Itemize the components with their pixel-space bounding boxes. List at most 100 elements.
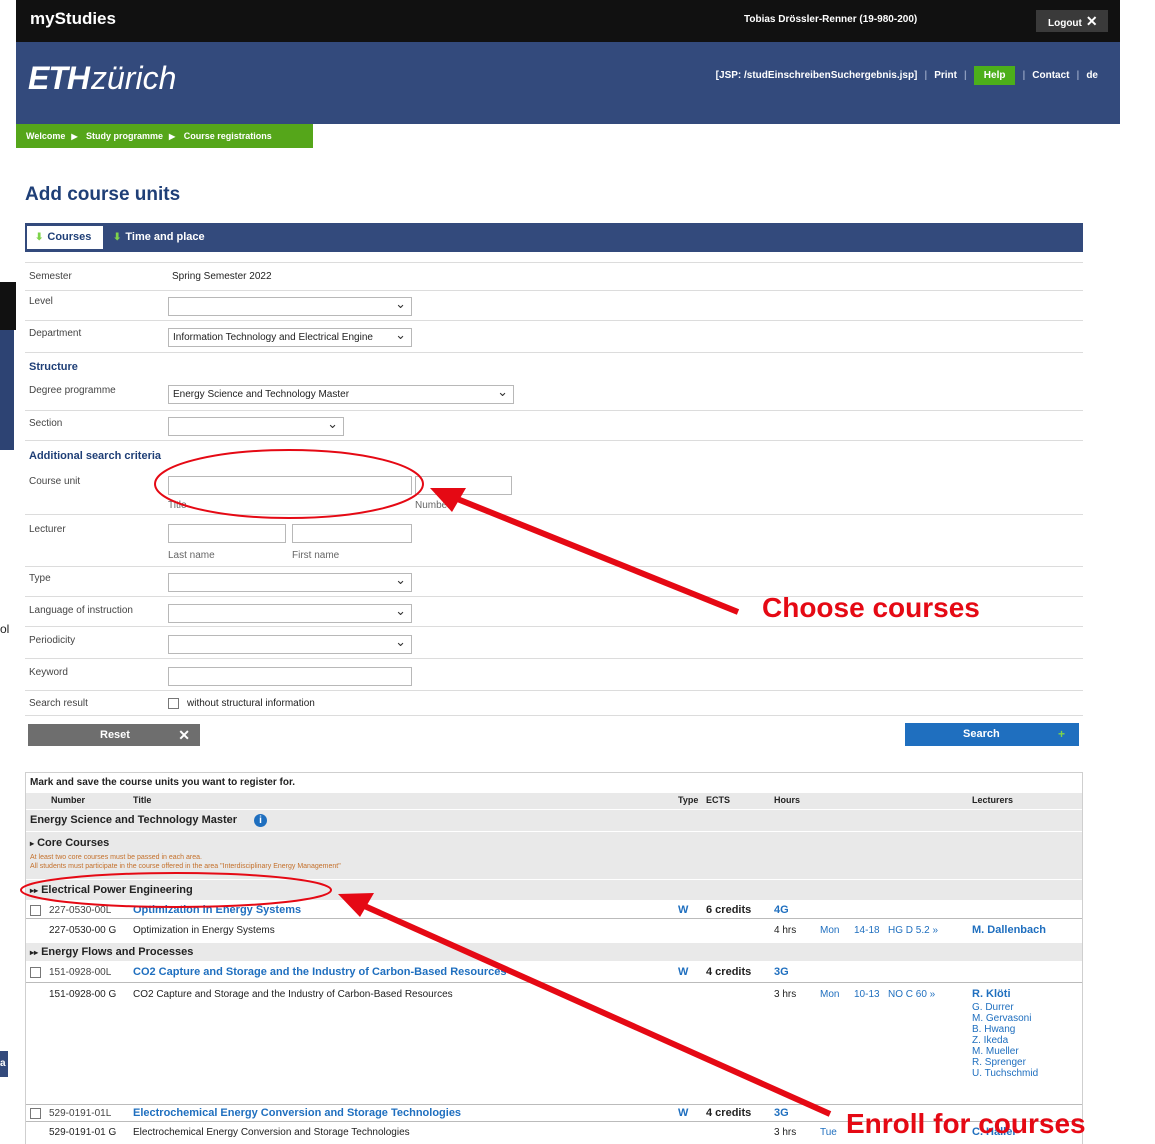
help-button[interactable]: Help <box>973 66 1016 85</box>
arrow-down-icon: ⬇ <box>35 232 44 243</box>
programme-name: Energy Science and Technology Master <box>30 814 238 826</box>
area-row-energy-flows[interactable]: ▸▸ Energy Flows and Processes <box>26 943 1082 961</box>
session-title: Electrochemical Energy Conversion and St… <box>133 1127 410 1138</box>
session-room-link[interactable]: HG D 5.2 » <box>888 925 938 936</box>
core-note-1: At least two core courses must be passed… <box>30 854 202 861</box>
breadcrumb-study-programme[interactable]: Study programme <box>86 131 163 141</box>
last-name-input[interactable] <box>168 524 286 543</box>
lecturer-link[interactable]: Z. Ikeda <box>972 1035 1008 1046</box>
course-hours: 4G <box>774 904 789 916</box>
logout-label: Logout <box>1048 18 1082 29</box>
core-courses-heading[interactable]: ▸ Core Courses <box>30 837 109 849</box>
tab-courses[interactable]: ⬇ Courses <box>27 226 103 249</box>
core-note-2: All students must participate in the cou… <box>30 863 341 870</box>
lecturer-link[interactable]: R. Sprenger <box>972 1057 1026 1068</box>
course-checkbox[interactable] <box>30 905 41 916</box>
lecturer-link[interactable]: M. Mueller <box>972 1046 1019 1057</box>
session-row: 151-0928-00 G CO2 Capture and Storage an… <box>26 984 1082 1104</box>
type-select[interactable] <box>168 571 412 592</box>
contact-link[interactable]: Contact <box>1032 70 1069 81</box>
without-structural-checkbox[interactable] <box>168 698 179 709</box>
session-title: Optimization in Energy Systems <box>133 925 275 936</box>
area-electrical-name: Electrical Power Engineering <box>41 884 193 896</box>
search-label: Search <box>963 728 1000 740</box>
session-hours: 4 hrs <box>774 925 797 936</box>
course-number: 529-0191-01L <box>49 1108 112 1119</box>
course-title-link[interactable]: Optimization in Energy Systems <box>133 904 301 916</box>
course-ects: 4 credits <box>706 1107 752 1119</box>
header-lecturers: Lecturers <box>972 795 1014 805</box>
lecturer-link[interactable]: R. Klöti <box>972 988 1011 1000</box>
background-fragment: ol <box>0 622 10 636</box>
breadcrumb-welcome[interactable]: Welcome <box>26 131 65 141</box>
course-title-link[interactable]: Electrochemical Energy Conversion and St… <box>133 1107 461 1119</box>
lecturer-link[interactable]: M. Gervasoni <box>972 1013 1031 1024</box>
header-number: Number <box>51 795 86 805</box>
without-structural-label: without structural information <box>187 698 315 709</box>
reset-label: Reset <box>100 729 130 741</box>
tab-time-label: Time and place <box>125 231 205 243</box>
course-hours: 3G <box>774 966 789 978</box>
course-hours: 3G <box>774 1107 789 1119</box>
double-chevron-icon: ▸▸ <box>30 948 39 957</box>
course-number: 227-0530-00L <box>49 905 112 916</box>
lecturer-link[interactable]: B. Hwang <box>972 1024 1015 1035</box>
lecturer-link[interactable]: M. Dallenbach <box>972 924 1046 936</box>
info-icon[interactable]: i <box>254 814 267 827</box>
course-checkbox[interactable] <box>30 1108 41 1119</box>
lecturer-link[interactable]: U. Tuchschmid <box>972 1068 1038 1079</box>
background-fragment: a 1 <box>0 1051 8 1077</box>
level-select[interactable] <box>168 295 412 316</box>
page-title: Add course units <box>25 184 181 205</box>
breadcrumb-course-registrations[interactable]: Course registrations <box>184 131 272 141</box>
tab-time-and-place[interactable]: ⬇ Time and place <box>113 226 205 249</box>
section-select[interactable] <box>168 415 344 436</box>
reset-button[interactable]: Reset ✕ <box>28 724 200 746</box>
number-input[interactable] <box>415 476 512 495</box>
area-energy-flows-name: Energy Flows and Processes <box>41 946 194 958</box>
course-type: W <box>678 1107 689 1119</box>
course-checkbox[interactable] <box>30 967 41 978</box>
user-name: Tobias Drössler-Renner (19-980-200) <box>744 14 918 25</box>
title-input[interactable] <box>168 476 412 495</box>
department-label: Department <box>29 328 82 339</box>
logo-rest: zürich <box>91 60 177 96</box>
logout-button[interactable]: Logout ✕ <box>1036 10 1108 32</box>
first-name-input[interactable] <box>292 524 412 543</box>
additional-row: Additional search criteria <box>25 440 1083 468</box>
arrow-down-icon: ⬇ <box>113 232 122 243</box>
area-energy-flows-label: ▸▸ Energy Flows and Processes <box>30 946 193 958</box>
department-select[interactable]: Information Technology and Electrical En… <box>168 328 412 347</box>
site-header: ETHzürich [JSP: /studEinschreibenSucherg… <box>16 42 1120 124</box>
semester-row: Semester Spring Semester 2022 <box>25 262 1083 290</box>
keyword-input[interactable] <box>168 667 412 686</box>
course-row: 227-0530-00L Optimization in Energy Syst… <box>26 901 1082 919</box>
course-row: 151-0928-00L CO2 Capture and Storage and… <box>26 963 1082 983</box>
course-title-link[interactable]: CO2 Capture and Storage and the Industry… <box>133 966 506 978</box>
structure-row: Structure <box>25 352 1083 380</box>
jsp-label: [JSP: /studEinschreibenSuchergebnis.jsp] <box>715 70 918 81</box>
department-row: Department Information Technology and El… <box>25 320 1083 352</box>
area-row-electrical[interactable]: ▸▸ Electrical Power Engineering <box>26 880 1082 900</box>
language-link[interactable]: de <box>1086 70 1098 81</box>
keyword-label: Keyword <box>29 667 68 678</box>
lecturer-link[interactable]: G. Durrer <box>972 1002 1014 1013</box>
annotation-enroll-courses: Enroll for courses <box>846 1108 1086 1139</box>
periodicity-row: Periodicity <box>25 626 1083 658</box>
degree-select[interactable]: Energy Science and Technology Master <box>168 383 514 404</box>
section-row: Section <box>25 410 1083 440</box>
search-button[interactable]: Search + <box>905 723 1079 746</box>
session-room-link[interactable]: NO C 60 » <box>888 989 935 1000</box>
header-title: Title <box>133 795 152 805</box>
periodicity-select[interactable] <box>168 633 412 654</box>
level-label: Level <box>29 296 53 307</box>
lecturer-row: Lecturer Last name First name <box>25 514 1083 566</box>
course-ects: 6 credits <box>706 904 752 916</box>
session-row: 227-0530-00 G Optimization in Energy Sys… <box>26 920 1082 940</box>
type-label: Type <box>29 573 51 584</box>
annotation-choose-courses: Choose courses <box>762 592 980 623</box>
section-label: Section <box>29 418 63 429</box>
eth-logo[interactable]: ETHzürich <box>28 60 176 97</box>
print-link[interactable]: Print <box>934 70 957 81</box>
language-select[interactable] <box>168 602 412 623</box>
